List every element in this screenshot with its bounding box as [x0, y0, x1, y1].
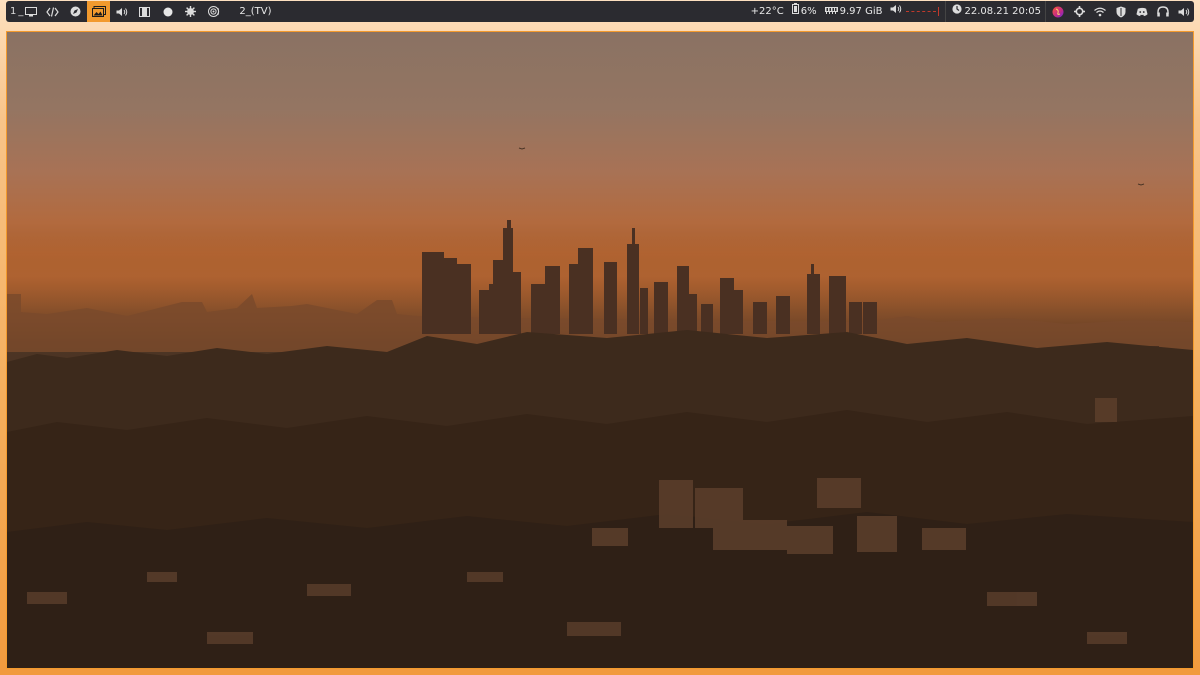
headphones-icon[interactable] [1157, 6, 1169, 18]
city-skyline-wallpaper [7, 147, 1193, 668]
clock-widget[interactable]: 22.08.21 20:05 [945, 1, 1045, 22]
battery-label: 6% [800, 6, 817, 17]
workspace-circle[interactable] [156, 1, 179, 22]
workspace-1[interactable]: 1 _ [6, 1, 41, 22]
gear-icon [185, 6, 197, 17]
top-bar: 1 _ 2_(TV) +22°C 6% 9.97 GiB 22.08.21 20… [6, 1, 1194, 22]
shield-icon[interactable] [1115, 6, 1127, 18]
status-area: +22°C 6% 9.97 GiB 22.08.21 20:05 [747, 1, 1194, 22]
speaker-icon [116, 7, 128, 16]
discord-icon[interactable] [1136, 6, 1148, 18]
wallpaper-frame [6, 31, 1194, 669]
workspace-switcher: 1 _ 2_(TV) [6, 1, 276, 22]
monitor-icon [25, 6, 38, 16]
workspace-target[interactable] [202, 1, 225, 22]
system-tray [1045, 1, 1194, 22]
window-title: 2_(TV) [239, 6, 272, 17]
datetime-label: 22.08.21 20:05 [964, 6, 1041, 17]
workspace-code[interactable] [41, 1, 64, 22]
firefox-icon[interactable] [1052, 6, 1064, 18]
wifi-icon[interactable] [1094, 6, 1106, 18]
memory-widget[interactable]: 9.97 GiB [821, 1, 887, 22]
memory-icon [824, 6, 838, 14]
volume-icon [890, 4, 902, 14]
code-icon [46, 6, 60, 17]
desktop: 1 _ 2_(TV) +22°C 6% 9.97 GiB 22.08.21 20… [0, 0, 1200, 675]
workspace-audio[interactable] [110, 1, 133, 22]
film-icon [139, 6, 151, 17]
temperature-label: +22°C [750, 6, 784, 17]
clock-icon [952, 4, 963, 14]
workspace-video[interactable] [133, 1, 156, 22]
workspace-browser[interactable] [64, 1, 87, 22]
workspace-system[interactable] [179, 1, 202, 22]
target-icon [207, 6, 220, 17]
volume-slider-handle[interactable] [938, 6, 940, 16]
volume-widget[interactable] [886, 1, 945, 22]
workspace-images[interactable] [87, 1, 111, 22]
settings-icon[interactable] [1073, 6, 1085, 18]
tray-volume-icon[interactable] [1178, 6, 1190, 18]
memory-label: 9.97 GiB [839, 6, 883, 17]
volume-slider[interactable] [906, 10, 937, 12]
circle-icon [163, 7, 173, 16]
battery-widget[interactable]: 6% [788, 1, 821, 22]
battery-icon [791, 3, 799, 14]
image-icon [91, 6, 106, 17]
workspace-1-label: 1 [10, 6, 17, 17]
compass-icon [70, 6, 81, 17]
